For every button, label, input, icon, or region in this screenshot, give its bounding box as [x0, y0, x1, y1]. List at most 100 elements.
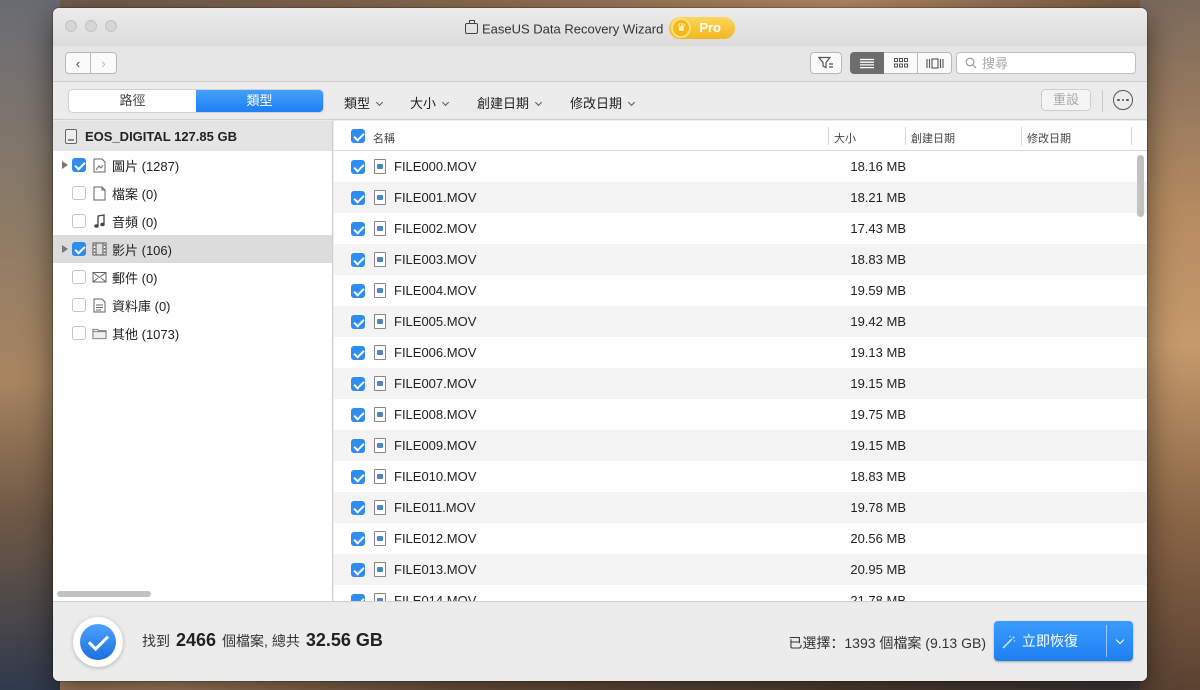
- file-checkbox[interactable]: [351, 346, 365, 360]
- sidebar-category-item[interactable]: 圖片 (1287): [53, 151, 332, 179]
- file-checkbox[interactable]: [351, 284, 365, 298]
- recover-now-button[interactable]: 立即恢復: [994, 621, 1106, 661]
- pro-badge[interactable]: ♛ Pro: [669, 17, 735, 39]
- file-row[interactable]: FILE000.MOV 18.16 MB: [334, 151, 1147, 182]
- file-row[interactable]: FILE011.MOV 19.78 MB: [334, 492, 1147, 523]
- file-checkbox[interactable]: [351, 253, 365, 267]
- sidebar-category-item[interactable]: 檔案 (0): [53, 179, 332, 207]
- column-divider[interactable]: [1131, 127, 1132, 145]
- file-name: FILE012.MOV: [394, 531, 477, 546]
- file-row[interactable]: FILE009.MOV 19.15 MB: [334, 430, 1147, 461]
- preview-view-button[interactable]: [918, 52, 952, 74]
- chevron-down-icon: [1115, 635, 1125, 644]
- modified-date-filter-dropdown[interactable]: 修改日期: [570, 93, 636, 112]
- file-row[interactable]: FILE014.MOV 21.78 MB: [334, 585, 1147, 601]
- column-divider[interactable]: [828, 127, 829, 145]
- column-divider[interactable]: [1021, 127, 1022, 145]
- reset-button[interactable]: 重設: [1041, 89, 1091, 111]
- recover-options-dropdown[interactable]: [1107, 621, 1133, 661]
- found-count: 2466: [176, 630, 217, 650]
- type-filter-dropdown[interactable]: 類型: [344, 93, 384, 112]
- file-name: FILE000.MOV: [394, 159, 477, 174]
- category-checkbox[interactable]: [72, 242, 86, 256]
- view-segment-control: 路徑 類型: [68, 89, 324, 113]
- file-size: 19.13 MB: [850, 345, 906, 360]
- column-header-size[interactable]: 大小: [834, 130, 856, 146]
- size-filter-dropdown[interactable]: 大小: [410, 93, 450, 112]
- select-all-checkbox[interactable]: [351, 129, 365, 143]
- file-row[interactable]: FILE001.MOV 18.21 MB: [334, 182, 1147, 213]
- column-header-name[interactable]: 名稱: [373, 130, 395, 146]
- file-size: 19.78 MB: [850, 500, 906, 515]
- sidebar-category-item[interactable]: 郵件 (0): [53, 263, 332, 291]
- filter-button[interactable]: [810, 52, 842, 74]
- file-row[interactable]: FILE002.MOV 17.43 MB: [334, 213, 1147, 244]
- more-options-button[interactable]: [1113, 90, 1133, 110]
- tab-type[interactable]: 類型: [196, 90, 323, 112]
- file-row[interactable]: FILE007.MOV 19.15 MB: [334, 368, 1147, 399]
- category-checkbox[interactable]: [72, 186, 86, 200]
- sidebar-horizontal-scrollbar[interactable]: [57, 591, 151, 597]
- column-header-modified[interactable]: 修改日期: [1027, 130, 1071, 146]
- file-checkbox[interactable]: [351, 594, 365, 601]
- file-row[interactable]: FILE013.MOV 20.95 MB: [334, 554, 1147, 585]
- chevron-down-icon: [441, 98, 450, 107]
- file-checkbox[interactable]: [351, 191, 365, 205]
- file-checkbox[interactable]: [351, 315, 365, 329]
- file-checkbox[interactable]: [351, 408, 365, 422]
- list-view-icon: [860, 58, 874, 68]
- disclosure-triangle-icon[interactable]: [62, 161, 68, 169]
- crown-icon: ♛: [671, 18, 692, 38]
- file-checkbox[interactable]: [351, 532, 365, 546]
- file-size: 18.21 MB: [850, 190, 906, 205]
- category-checkbox[interactable]: [72, 158, 86, 172]
- category-checkbox[interactable]: [72, 270, 86, 284]
- column-divider[interactable]: [905, 127, 906, 145]
- video-file-icon: [374, 531, 386, 546]
- category-checkbox[interactable]: [72, 298, 86, 312]
- file-row[interactable]: FILE012.MOV 20.56 MB: [334, 523, 1147, 554]
- grid-view-button[interactable]: [884, 52, 918, 74]
- file-row[interactable]: FILE005.MOV 19.42 MB: [334, 306, 1147, 337]
- file-checkbox[interactable]: [351, 377, 365, 391]
- column-header-created[interactable]: 創建日期: [911, 130, 955, 146]
- forward-button[interactable]: ›: [91, 52, 117, 74]
- pro-badge-label: Pro: [699, 20, 721, 35]
- back-button[interactable]: ‹: [65, 52, 91, 74]
- file-row[interactable]: FILE003.MOV 18.83 MB: [334, 244, 1147, 275]
- chevron-down-icon: [627, 98, 636, 107]
- file-rows: FILE000.MOV 18.16 MB FILE001.MOV 18.21 MB FI…: [334, 151, 1147, 601]
- database-file-icon: [92, 298, 107, 313]
- file-row[interactable]: FILE008.MOV 19.75 MB: [334, 399, 1147, 430]
- file-checkbox[interactable]: [351, 222, 365, 236]
- tab-path[interactable]: 路徑: [69, 90, 196, 112]
- file-name: FILE007.MOV: [394, 376, 477, 391]
- sidebar-category-item[interactable]: 資料庫 (0): [53, 291, 332, 319]
- category-label: 音頻 (0): [112, 214, 158, 230]
- search-input[interactable]: [982, 55, 1122, 71]
- file-size: 17.43 MB: [850, 221, 906, 236]
- drive-header[interactable]: EOS_DIGITAL 127.85 GB: [53, 121, 332, 151]
- desktop-wallpaper-right: [1140, 0, 1200, 690]
- file-checkbox[interactable]: [351, 501, 365, 515]
- file-row[interactable]: FILE004.MOV 19.59 MB: [334, 275, 1147, 306]
- file-row[interactable]: FILE006.MOV 19.13 MB: [334, 337, 1147, 368]
- video-file-icon: [374, 252, 386, 267]
- category-checkbox[interactable]: [72, 326, 86, 340]
- sidebar-category-item[interactable]: 影片 (106): [53, 235, 332, 263]
- file-checkbox[interactable]: [351, 563, 365, 577]
- list-view-button[interactable]: [850, 52, 884, 74]
- file-row[interactable]: FILE010.MOV 18.83 MB: [334, 461, 1147, 492]
- file-list-vertical-scrollbar[interactable]: [1137, 155, 1144, 217]
- sidebar-category-item[interactable]: 其他 (1073): [53, 319, 332, 347]
- file-checkbox[interactable]: [351, 160, 365, 174]
- created-date-filter-dropdown[interactable]: 創建日期: [477, 93, 543, 112]
- video-file-icon: [374, 376, 386, 391]
- file-size: 19.15 MB: [850, 438, 906, 453]
- sidebar-category-item[interactable]: 音頻 (0): [53, 207, 332, 235]
- search-box[interactable]: [956, 52, 1136, 74]
- file-checkbox[interactable]: [351, 439, 365, 453]
- category-checkbox[interactable]: [72, 214, 86, 228]
- disclosure-triangle-icon[interactable]: [62, 245, 68, 253]
- file-checkbox[interactable]: [351, 470, 365, 484]
